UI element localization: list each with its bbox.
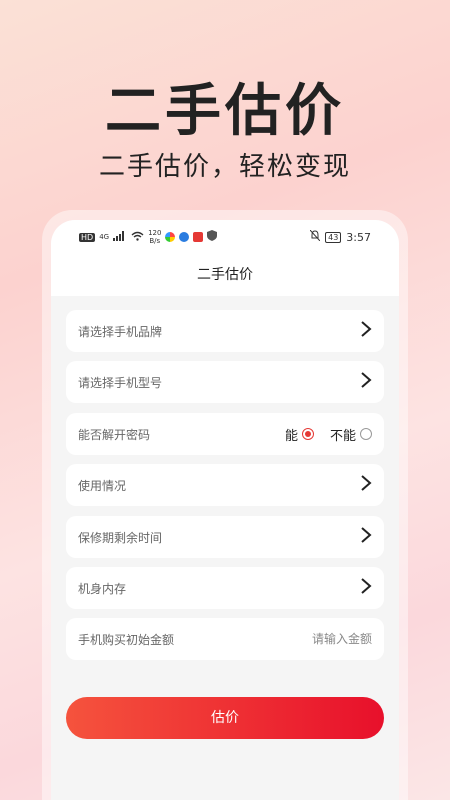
unlock-radio-group: 能 不能 — [285, 425, 372, 444]
model-placeholder: 请选择手机型号 — [78, 375, 163, 390]
shield-icon — [207, 230, 218, 244]
price-label: 手机购买初始金额 — [78, 632, 175, 647]
brand-placeholder: 请选择手机品牌 — [78, 324, 163, 339]
hero-subtitle: 二手估价，轻松变现 — [98, 152, 351, 182]
clock: 3:57 — [346, 230, 371, 244]
condition-selector[interactable]: 使用情况 — [66, 464, 384, 506]
network-type: 4G — [99, 233, 110, 241]
chevron-right-icon — [360, 577, 372, 600]
red-app-icon — [193, 232, 204, 242]
hd-indicator: HD — [79, 232, 96, 242]
browser-notification-icon — [179, 232, 190, 242]
radio-unchecked-icon[interactable] — [360, 428, 372, 440]
app-notification-icon — [165, 232, 176, 242]
phone-screen: HD 4G 120 B/s 43 3:57 二手估价 请选择手机品牌 请选择手机… — [51, 220, 399, 800]
brand-selector[interactable]: 请选择手机品牌 — [66, 310, 384, 352]
chevron-right-icon — [360, 371, 372, 394]
storage-placeholder: 机身内存 — [78, 581, 127, 596]
wifi-icon — [131, 231, 144, 244]
unlock-question-row: 能否解开密码 能 不能 — [66, 413, 384, 455]
model-selector[interactable]: 请选择手机型号 — [66, 361, 384, 403]
unlock-option-no[interactable]: 不能 — [330, 425, 372, 444]
unlock-option-yes[interactable]: 能 — [285, 425, 314, 444]
mute-bell-icon — [309, 229, 321, 244]
warranty-placeholder: 保修期剩余时间 — [78, 530, 163, 545]
estimate-button[interactable]: 估价 — [66, 697, 384, 739]
page-title: 二手估价 — [51, 254, 399, 296]
chevron-right-icon — [360, 320, 372, 343]
chevron-right-icon — [360, 526, 372, 549]
hero-title: 二手估价 — [105, 79, 345, 144]
price-row: 手机购买初始金额 — [66, 618, 384, 660]
unlock-label: 能否解开密码 — [78, 427, 151, 442]
battery-indicator: 43 — [325, 231, 342, 243]
price-input[interactable] — [262, 632, 372, 646]
chevron-right-icon — [360, 474, 372, 497]
net-speed: 120 B/s — [148, 229, 162, 245]
storage-selector[interactable]: 机身内存 — [66, 567, 384, 609]
warranty-selector[interactable]: 保修期剩余时间 — [66, 516, 384, 558]
status-bar: HD 4G 120 B/s 43 3:57 — [51, 220, 399, 254]
condition-placeholder: 使用情况 — [78, 478, 127, 493]
radio-checked-icon[interactable] — [301, 428, 314, 440]
signal-icon — [113, 230, 127, 244]
